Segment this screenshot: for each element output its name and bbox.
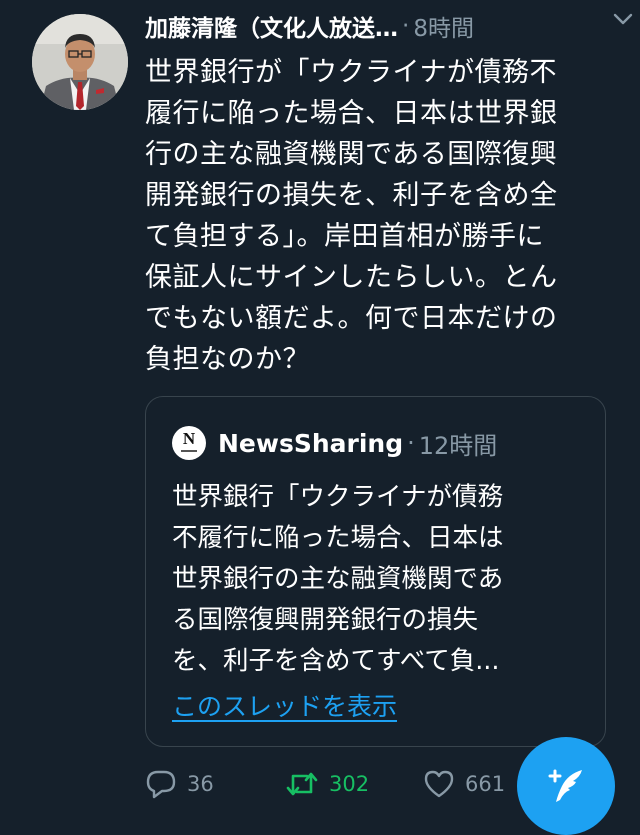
reply-count: 36 — [187, 772, 214, 796]
compose-tweet-button[interactable] — [517, 737, 615, 835]
avatar-photo — [32, 14, 128, 110]
like-button[interactable]: 661 — [423, 762, 505, 806]
quoted-tweet-header: N NewsSharing · 12時間 — [172, 425, 497, 461]
quoted-author-name: NewsSharing — [218, 428, 404, 458]
heart-icon — [424, 770, 454, 798]
tweet-text: 世界銀行が「ウクライナが債務不 履行に陥った場合、日本は世界銀 行の主な融資機関… — [145, 57, 558, 375]
quoted-avatar-rule — [181, 450, 197, 452]
quoted-tweet-timestamp: 12時間 — [418, 431, 498, 460]
show-thread-link[interactable]: このスレッドを表示 — [172, 687, 397, 723]
header-separator: · — [402, 13, 410, 39]
tweet-timestamp[interactable]: 8時間 — [413, 9, 474, 43]
reply-button[interactable]: 36 — [145, 762, 214, 806]
retweet-icon — [286, 772, 318, 796]
retweet-count: 302 — [329, 772, 370, 796]
tweet[interactable]: 加藤清隆（文化人放送… · 8時間 世界銀行が「ウクライナが債務不 履行に陥った… — [0, 0, 640, 835]
chevron-down-icon[interactable] — [612, 8, 634, 30]
like-count: 661 — [465, 772, 506, 796]
retweet-button[interactable]: 302 — [285, 762, 369, 806]
compose-tweet-icon — [548, 769, 582, 802]
quoted-avatar-letter: N — [182, 429, 196, 448]
author-avatar[interactable] — [32, 14, 128, 110]
quoted-tweet-card[interactable]: N NewsSharing · 12時間 世界銀行「ウクライナが債務 不履行に陥… — [145, 396, 606, 747]
tweet-header: 加藤清隆（文化人放送… · 8時間 — [145, 8, 615, 44]
quoted-author-avatar: N — [172, 426, 206, 460]
reply-icon — [146, 770, 176, 799]
author-display-name[interactable]: 加藤清隆（文化人放送… — [145, 9, 398, 43]
quoted-tweet-text: 世界銀行「ウクライナが債務 不履行に陥った場合、日本は 世界銀行の主な融資機関で… — [172, 482, 504, 676]
quoted-header-separator: · — [407, 429, 415, 457]
